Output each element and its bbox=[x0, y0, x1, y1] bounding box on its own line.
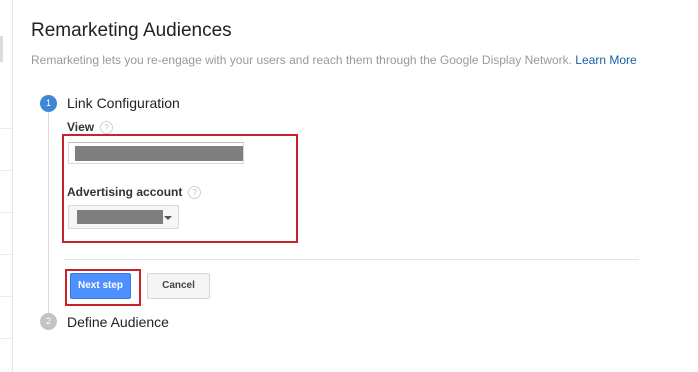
description-text: Remarketing lets you re-engage with your… bbox=[31, 53, 572, 67]
stepper-line bbox=[48, 110, 49, 320]
sidebar-divider bbox=[0, 170, 12, 171]
highlight-annotation-fields bbox=[62, 134, 298, 243]
view-label-text: View bbox=[67, 120, 95, 134]
section-divider bbox=[64, 259, 639, 260]
sidebar-divider bbox=[0, 296, 12, 297]
step-1-indicator: 1 bbox=[40, 95, 57, 112]
sidebar-edge-marker bbox=[0, 36, 3, 62]
sidebar-edge bbox=[0, 0, 13, 372]
cancel-button[interactable]: Cancel bbox=[147, 273, 210, 299]
page-title: Remarketing Audiences bbox=[31, 20, 232, 41]
highlight-annotation-next bbox=[65, 269, 141, 306]
view-field-label: View? bbox=[67, 120, 114, 135]
page-description: Remarketing lets you re-engage with your… bbox=[31, 53, 637, 67]
sidebar-divider bbox=[0, 254, 12, 255]
learn-more-link[interactable]: Learn More bbox=[575, 53, 636, 67]
sidebar-divider bbox=[0, 338, 12, 339]
sidebar-divider bbox=[0, 212, 12, 213]
help-icon[interactable]: ? bbox=[100, 121, 114, 135]
step-2-indicator: 2 bbox=[40, 313, 57, 330]
sidebar-divider bbox=[0, 128, 12, 129]
step-1-title: Link Configuration bbox=[67, 95, 180, 111]
step-2-title[interactable]: Define Audience bbox=[67, 314, 169, 330]
